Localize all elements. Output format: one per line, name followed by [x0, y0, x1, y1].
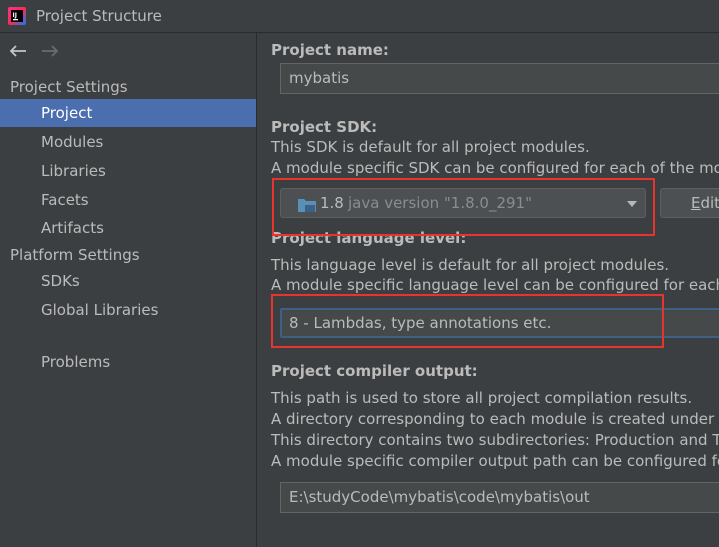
project-settings-panel: Project name: mybatis Project SDK: This … [258, 33, 719, 547]
sdk-highlight-box [272, 178, 655, 236]
window-title: Project Structure [36, 7, 162, 25]
language-description-2: A module specific language level can be … [271, 276, 719, 294]
intellij-idea-app-icon: IJ [8, 7, 26, 25]
sdk-description-2: A module specific SDK can be configured … [271, 159, 719, 177]
compiler-output-label: Project compiler output: [271, 362, 478, 380]
edit-sdk-button[interactable]: Edit [660, 188, 719, 218]
group-label-project-settings: Project Settings [10, 78, 128, 96]
group-label-platform-settings: Platform Settings [10, 246, 140, 264]
language-level-highlight-box [271, 294, 664, 348]
project-name-label: Project name: [271, 41, 389, 59]
sidebar-item-project[interactable]: Project [0, 99, 256, 127]
svg-text:IJ: IJ [13, 12, 17, 19]
sdk-description-1: This SDK is default for all project modu… [271, 138, 590, 156]
sidebar-item-artifacts[interactable]: Artifacts [0, 214, 256, 242]
sidebar-item-facets[interactable]: Facets [0, 186, 256, 214]
sidebar-item-global-libraries[interactable]: Global Libraries [0, 296, 256, 324]
sidebar: Project Settings Project Modules Librari… [0, 33, 257, 547]
language-description-1: This language level is default for all p… [271, 256, 670, 274]
output-description-1: This path is used to store all project c… [271, 389, 693, 407]
output-description-2: A directory corresponding to each module… [271, 410, 719, 428]
back-arrow-icon[interactable] [8, 43, 28, 59]
sidebar-item-modules[interactable]: Modules [0, 128, 256, 156]
output-description-4: A module specific compiler output path c… [271, 452, 719, 470]
title-bar: IJ Project Structure [0, 0, 719, 33]
sidebar-item-problems[interactable]: Problems [0, 348, 256, 376]
project-sdk-label: Project SDK: [271, 118, 378, 136]
project-name-input[interactable]: mybatis [280, 63, 719, 94]
sidebar-item-libraries[interactable]: Libraries [0, 157, 256, 185]
edit-button-label: dit [700, 194, 719, 212]
forward-arrow-icon[interactable] [40, 43, 60, 59]
compiler-output-path-input[interactable]: E:\studyCode\mybatis\code\mybatis\out [280, 482, 719, 513]
output-description-3: This directory contains two subdirectori… [271, 431, 719, 449]
sidebar-item-sdks[interactable]: SDKs [0, 267, 256, 295]
